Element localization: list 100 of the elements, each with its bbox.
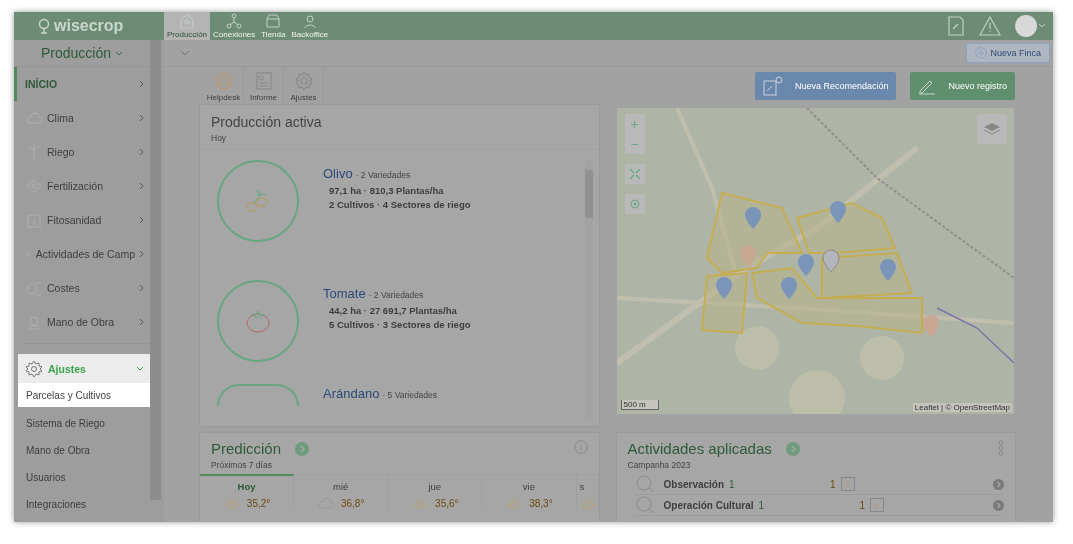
sun-icon bbox=[579, 497, 598, 509]
crop-badge[interactable] bbox=[217, 384, 299, 406]
layers-icon bbox=[983, 121, 1001, 137]
layers-button[interactable] bbox=[977, 114, 1007, 144]
farm-dropdown[interactable]: Producción bbox=[34, 44, 129, 62]
card-subtitle: Hoy bbox=[211, 133, 228, 143]
activity-count: 1 bbox=[758, 499, 766, 511]
card-title: Producción activa bbox=[211, 114, 323, 130]
edit-icon[interactable] bbox=[840, 477, 855, 491]
chevron-right-icon bbox=[139, 216, 144, 224]
chevron-right-icon bbox=[139, 148, 144, 156]
forecast-day-tab[interactable]: jue 35,6° bbox=[388, 474, 483, 509]
target-icon bbox=[629, 199, 640, 209]
warning-icon[interactable] bbox=[979, 16, 1001, 36]
expand-icon bbox=[629, 169, 640, 179]
logo-wordmark: wisecrop bbox=[54, 17, 124, 35]
arrow-circle-icon[interactable] bbox=[295, 441, 310, 456]
crop-varieties: · 2 Variedades bbox=[355, 170, 411, 180]
caret-icon[interactable] bbox=[1039, 24, 1045, 28]
crop-badge[interactable] bbox=[217, 160, 299, 242]
avatar[interactable] bbox=[1015, 15, 1037, 37]
max-temperature: 38,3° bbox=[529, 497, 553, 509]
nav-tab[interactable]: Conexiones bbox=[210, 12, 259, 40]
scrollbar[interactable] bbox=[150, 40, 161, 500]
submenu-item[interactable]: Usuarios bbox=[18, 464, 150, 491]
sidebar-item[interactable]: Mano de Obra bbox=[14, 305, 150, 339]
chevron-right-icon bbox=[139, 250, 144, 258]
caret-icon bbox=[115, 50, 123, 56]
edit-icon[interactable] bbox=[870, 498, 885, 512]
chevron-right-icon bbox=[139, 284, 144, 292]
sidebar-item[interactable]: Actividades de Camp bbox=[14, 237, 150, 271]
crop-name[interactable]: Tomate bbox=[323, 286, 366, 301]
crop-varieties: · 5 Variedades bbox=[382, 390, 438, 400]
report-icon bbox=[253, 70, 274, 91]
forecast-day-tab[interactable]: Hoy 35,2° bbox=[200, 474, 295, 509]
pending-count: 1 bbox=[830, 478, 836, 490]
gear-icon bbox=[293, 70, 314, 91]
max-temperature: 36,8° bbox=[340, 497, 365, 509]
new-record-button[interactable]: Nuevo registro bbox=[910, 72, 1015, 100]
magnifier-icon bbox=[634, 475, 655, 493]
fullscreen-button[interactable] bbox=[624, 164, 645, 184]
pending-count: 1 bbox=[859, 499, 866, 511]
activity-name[interactable]: Observación bbox=[663, 478, 725, 490]
activity-count: 1 bbox=[729, 478, 736, 490]
lifebuoy-icon bbox=[213, 70, 234, 91]
card-title: Predicción bbox=[211, 440, 282, 457]
map[interactable]: + − 500 m Leaflet | © OpenStreetMap bbox=[616, 108, 1015, 414]
forecast-day-tab[interactable]: vie 38,3° bbox=[482, 474, 577, 509]
caret-icon[interactable] bbox=[180, 50, 190, 56]
crop-details: 5 Cultivos · 3 Sectores de riego bbox=[329, 319, 471, 330]
max-temperature: 35,2° bbox=[246, 497, 271, 509]
crop-stats: 97,1 ha · 810,3 Plantas/ha bbox=[329, 185, 445, 196]
chevron-right-icon bbox=[139, 182, 144, 190]
chevron-right-icon bbox=[139, 318, 144, 326]
crop-stats: 44,2 ha · 27 691,7 Plantas/ha bbox=[329, 305, 458, 316]
crop-badge[interactable] bbox=[217, 280, 299, 362]
network-icon bbox=[226, 13, 243, 29]
chevron-right-icon bbox=[139, 114, 144, 122]
new-farm-button[interactable]: Nueva Finca bbox=[966, 43, 1050, 63]
sidebar-item[interactable]: Clima bbox=[14, 101, 150, 135]
crop-varieties: · 2 Variedades bbox=[368, 290, 424, 300]
settings-menu-item[interactable]: Ajustes bbox=[18, 354, 150, 383]
sun-icon bbox=[505, 497, 524, 509]
submenu-item[interactable]: Parcelas y Cultivos bbox=[18, 383, 150, 407]
farmer-house-icon bbox=[179, 13, 195, 29]
card-subtitle: Próximos 7 días bbox=[211, 460, 273, 470]
arrow-circle-icon[interactable] bbox=[993, 499, 1004, 511]
document-plus-icon bbox=[762, 76, 783, 96]
locate-button[interactable] bbox=[624, 194, 645, 214]
chevron-right-icon bbox=[139, 80, 144, 88]
sidebar-item[interactable]: Costes bbox=[14, 271, 150, 305]
plus-circle-icon bbox=[975, 47, 988, 59]
map-scale: 500 m bbox=[620, 400, 659, 410]
nav-tab[interactable]: Producción bbox=[164, 12, 211, 40]
sidebar-item[interactable]: Fertilización bbox=[14, 169, 150, 203]
more-icon[interactable] bbox=[998, 440, 1004, 456]
store-icon bbox=[265, 13, 282, 29]
arrow-circle-icon[interactable] bbox=[993, 478, 1004, 490]
map-attribution: Leaflet | © OpenStreetMap bbox=[912, 403, 1012, 412]
submenu-item[interactable]: Mano de Obra bbox=[18, 437, 150, 464]
card-subtitle: Campanha 2023 bbox=[627, 460, 692, 470]
max-temperature: 35,6° bbox=[435, 497, 459, 509]
crop-name[interactable]: Arándano bbox=[323, 386, 380, 401]
nav-tab[interactable]: Tienda bbox=[258, 12, 289, 40]
sidebar-item[interactable]: Riego bbox=[14, 135, 150, 169]
card-title: Actividades aplicadas bbox=[627, 440, 772, 457]
submenu-item[interactable]: Sistema de Riego bbox=[18, 410, 150, 437]
forecast-day-tab[interactable]: s bbox=[576, 474, 599, 509]
activity-name[interactable]: Operación Cultural bbox=[663, 499, 754, 511]
new-recommendation-button[interactable]: Nueva Recomendación bbox=[754, 72, 897, 100]
crop-name[interactable]: Olivo bbox=[323, 166, 353, 181]
arrow-circle-icon[interactable] bbox=[785, 441, 800, 456]
gear-icon bbox=[25, 359, 43, 378]
crop-details: 2 Cultivos · 4 Sectores de riego bbox=[329, 199, 471, 210]
nav-tab[interactable]: Backoffice bbox=[288, 12, 332, 40]
forecast-day-tab[interactable]: mié 36,8° bbox=[294, 474, 389, 509]
sidebar-item[interactable]: Fitosanidad bbox=[14, 203, 150, 237]
submenu-item[interactable]: Integraciones bbox=[18, 491, 150, 518]
edit-document-icon[interactable] bbox=[947, 16, 965, 36]
sun-icon bbox=[411, 497, 430, 509]
